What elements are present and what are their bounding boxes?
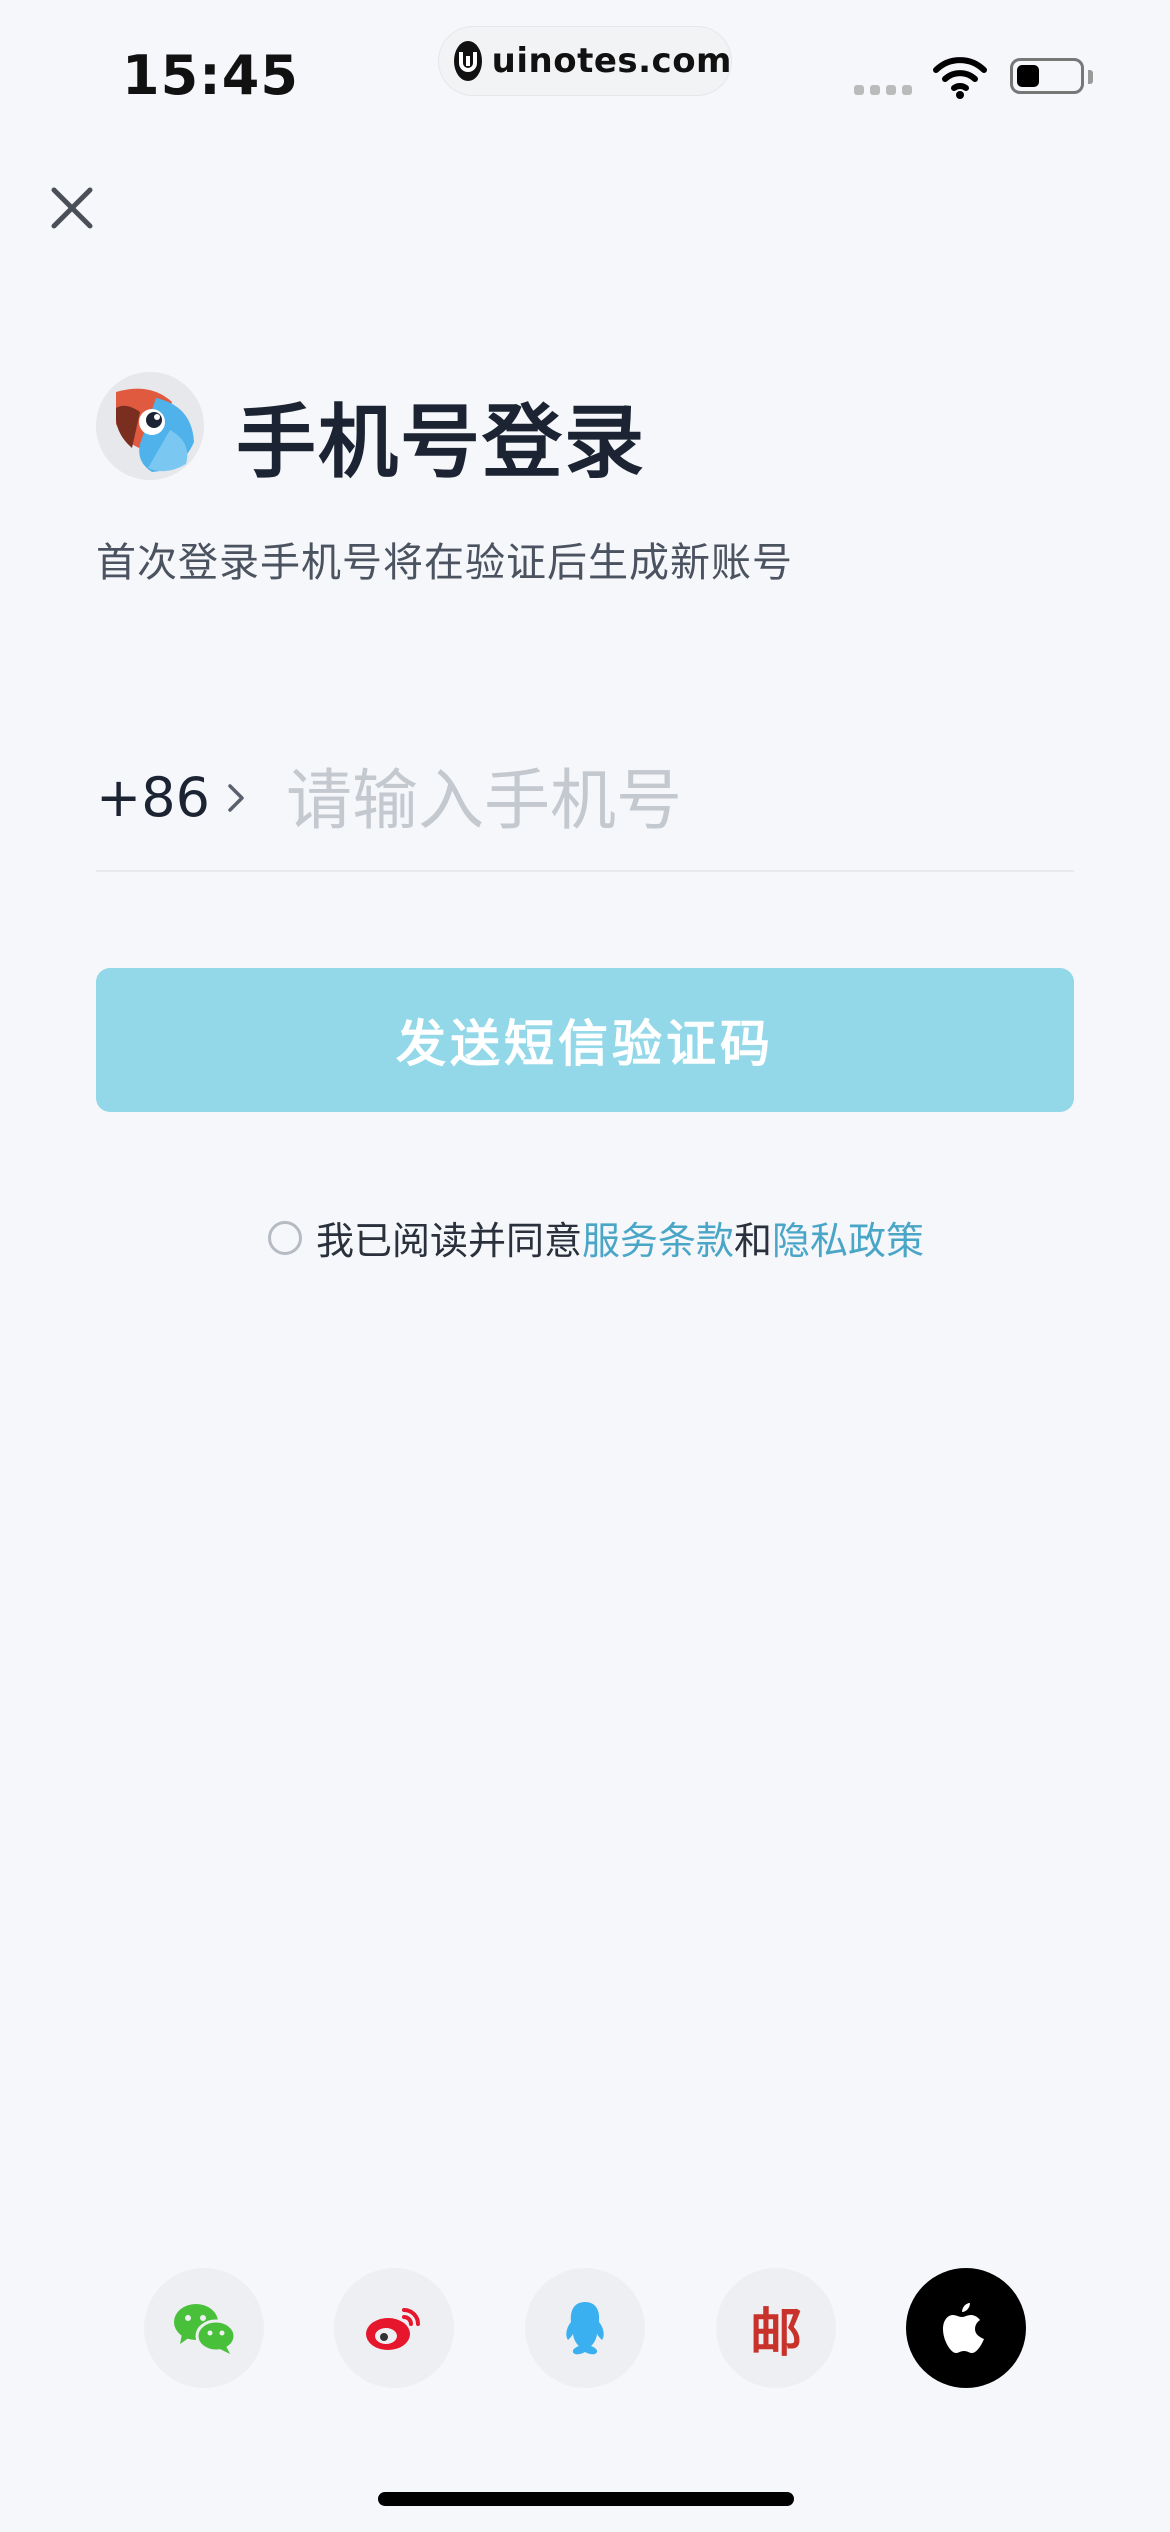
weibo-login-button[interactable] <box>334 2268 454 2388</box>
apple-login-button[interactable] <box>906 2268 1026 2388</box>
signal-icon <box>854 85 912 95</box>
home-indicator <box>378 2492 794 2506</box>
battery-tip <box>1088 70 1093 84</box>
parrot-logo-icon <box>96 372 204 480</box>
wechat-icon <box>174 2304 236 2354</box>
email-icon: 邮 <box>749 2302 802 2364</box>
wechat-login-button[interactable] <box>144 2268 264 2388</box>
chevron-right-icon <box>228 783 244 812</box>
page-subtitle: 首次登录手机号将在验证后生成新账号 <box>96 540 793 586</box>
agreement-checkbox[interactable] <box>268 1220 302 1255</box>
qq-icon <box>566 2302 604 2355</box>
uinotes-logo-icon <box>454 41 482 81</box>
wifi-icon <box>932 56 988 104</box>
agreement-prefix: 我已阅读并同意 <box>316 1219 583 1263</box>
url-pill[interactable]: uinotes.com <box>438 26 732 96</box>
phone-input[interactable] <box>286 750 1066 850</box>
qq-login-button[interactable] <box>525 2268 645 2388</box>
privacy-link[interactable]: 隐私政策 <box>772 1210 924 1265</box>
country-code: +86 <box>96 766 210 829</box>
input-divider <box>96 870 1074 872</box>
app-logo <box>96 372 204 480</box>
agreement-row: 我已阅读并同意 服务条款 和 隐私政策 <box>268 1210 924 1265</box>
weibo-icon <box>366 2308 420 2350</box>
country-code-selector[interactable]: +86 <box>96 766 248 829</box>
close-icon <box>51 187 93 229</box>
close-button[interactable] <box>44 180 100 236</box>
send-sms-code-button[interactable]: 发送短信验证码 <box>96 968 1074 1112</box>
url-text: uinotes.com <box>491 41 732 81</box>
status-time: 15:45 <box>122 44 299 107</box>
apple-icon <box>943 2303 984 2353</box>
terms-link[interactable]: 服务条款 <box>582 1210 734 1265</box>
agreement-and: 和 <box>734 1219 773 1263</box>
battery-icon <box>1010 58 1084 94</box>
page-title: 手机号登录 <box>236 396 646 489</box>
email-login-button[interactable]: 邮 <box>716 2268 836 2388</box>
